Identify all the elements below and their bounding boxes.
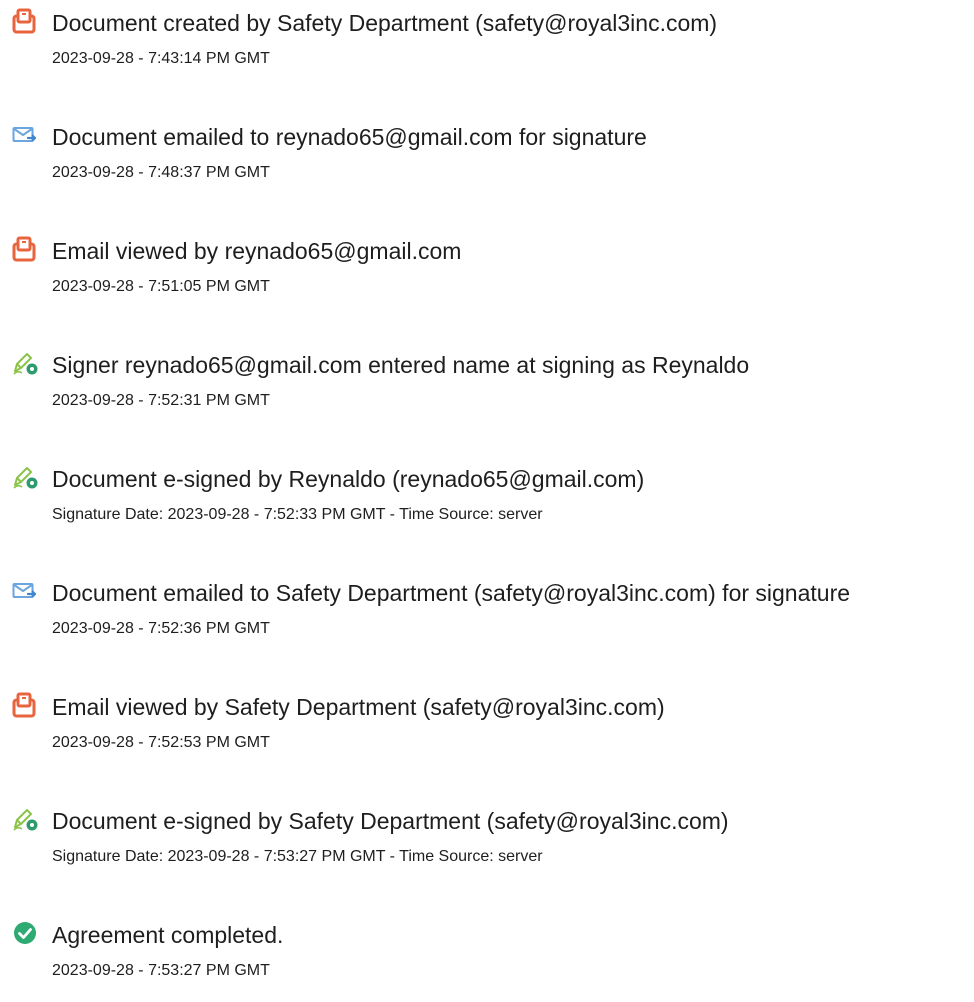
event-date: 2023-09-28 - 7:51:05 PM GMT [52,278,270,295]
check-circle-icon [12,920,38,946]
event-date: 2023-09-28 - 7:48:37 PM GMT [52,164,270,181]
pen-sign-icon [12,350,38,376]
event-email-viewed: Email viewed by reynado65@gmail.com 2023… [0,228,974,318]
event-email-viewed: Email viewed by Safety Department (safet… [0,684,974,774]
event-title: Agreement completed. [52,922,284,948]
event-e-signed: Document e-signed by Safety Department (… [0,798,974,888]
event-date: 2023-09-28 - 7:52:53 PM GMT [52,734,270,751]
event-date: 2023-09-28 - 7:52:31 PM GMT [52,392,270,409]
event-e-signed: Document e-signed by Reynaldo (reynado65… [0,456,974,546]
event-agreement-completed: Agreement completed. 2023-09-28 - 7:53:2… [0,912,974,1002]
email-sent-icon [12,578,38,604]
event-title: Document e-signed by Reynaldo (reynado65… [52,466,645,492]
event-document-created: Document created by Safety Department (s… [0,0,974,90]
event-signature-date: Signature Date: 2023-09-28 - 7:53:27 PM … [52,848,543,865]
event-signature-date: Signature Date: 2023-09-28 - 7:52:33 PM … [52,506,543,523]
event-signer-entered-name: Signer reynado65@gmail.com entered name … [0,342,974,432]
event-document-emailed: Document emailed to Safety Department (s… [0,570,974,660]
pen-sign-icon [12,806,38,832]
event-title: Signer reynado65@gmail.com entered name … [52,352,750,378]
pen-sign-icon [12,464,38,490]
event-title: Document created by Safety Department (s… [52,10,718,36]
email-sent-icon [12,122,38,148]
event-date: 2023-09-28 - 7:52:36 PM GMT [52,620,270,637]
event-title: Document emailed to Safety Department (s… [52,580,851,606]
event-date: 2023-09-28 - 7:53:27 PM GMT [52,962,270,979]
event-document-emailed: Document emailed to reynado65@gmail.com … [0,114,974,204]
event-title: Email viewed by reynado65@gmail.com [52,238,462,264]
event-title: Email viewed by Safety Department (safet… [52,694,665,720]
document-viewed-icon [12,692,38,718]
document-viewed-icon [12,236,38,262]
event-title: Document emailed to reynado65@gmail.com … [52,124,647,150]
event-title: Document e-signed by Safety Department (… [52,808,729,834]
document-created-icon [12,8,38,34]
event-date: 2023-09-28 - 7:43:14 PM GMT [52,50,270,67]
